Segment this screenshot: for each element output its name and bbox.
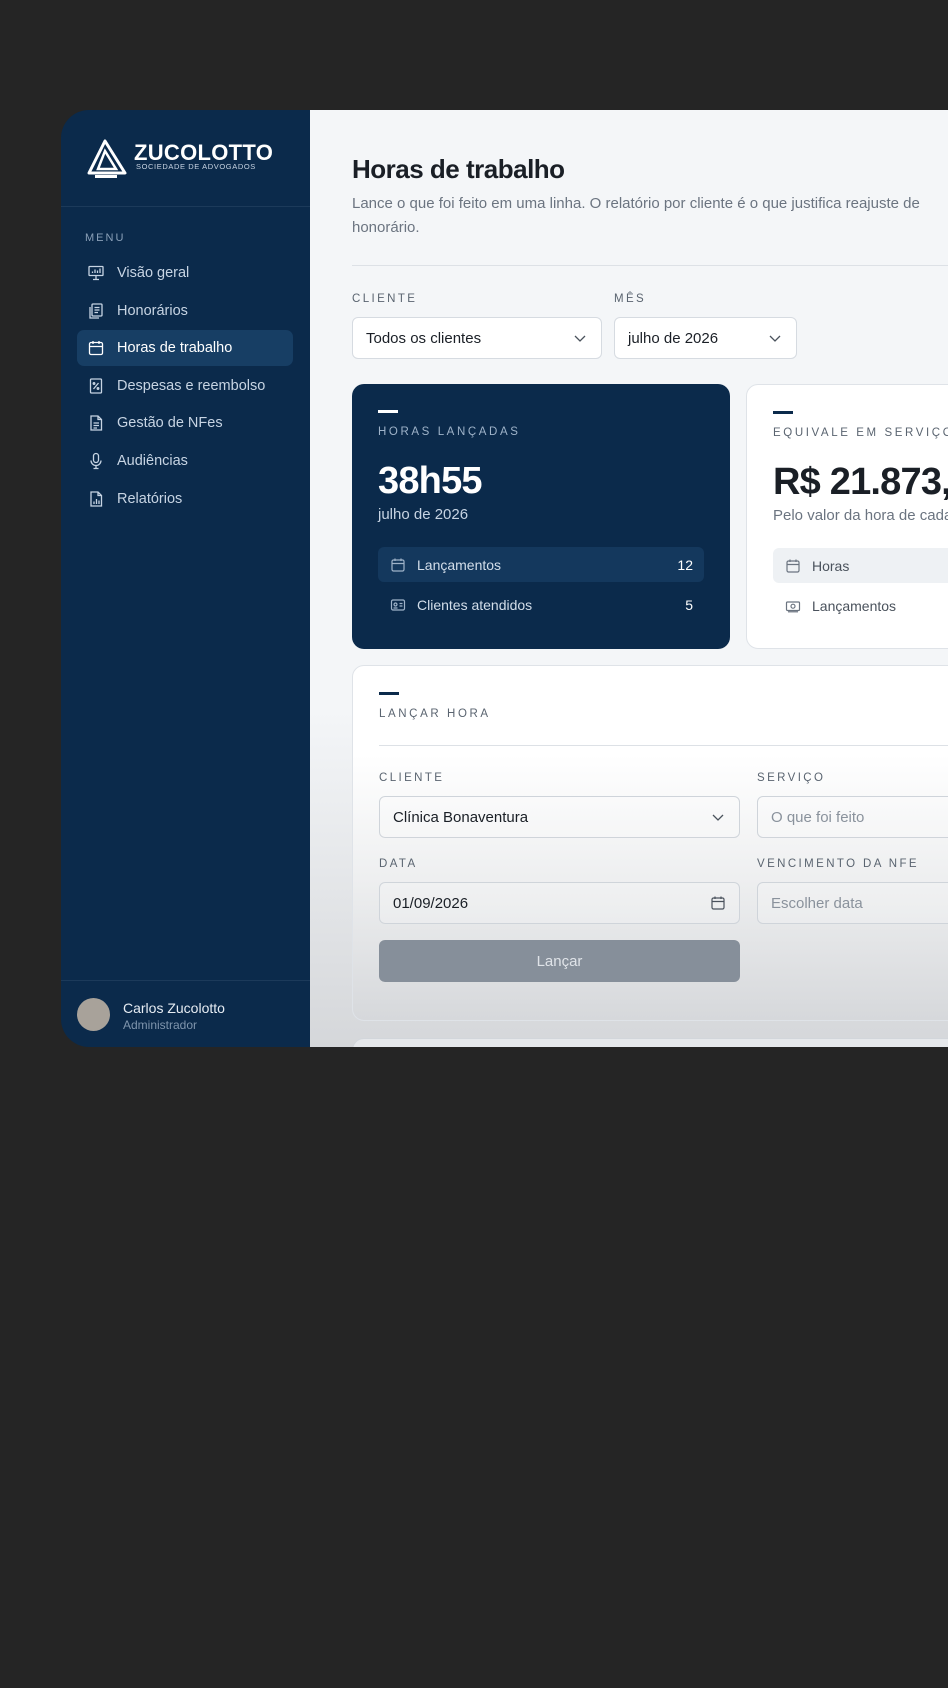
app-window: ZUCOLOTTO SOCIEDADE DE ADVOGADOS MENU Vi… [61, 110, 948, 1047]
sidebar-item-visao-geral[interactable]: Visão geral [77, 255, 293, 291]
brand-subtitle: SOCIEDADE DE ADVOGADOS [136, 162, 256, 171]
form-title: LANÇAR HORA [379, 708, 491, 720]
client-filter-value: Todos os clientes [366, 329, 482, 347]
logo-icon [85, 139, 127, 184]
sidebar-item-label: Relatórios [117, 490, 183, 507]
form-service-input[interactable]: O que foi feito [757, 796, 948, 838]
sidebar-item-relatorios[interactable]: Relatórios [77, 481, 293, 517]
month-filter-value: julho de 2026 [628, 329, 719, 347]
menu-label: MENU [85, 232, 126, 244]
calendar-icon[interactable] [710, 895, 726, 911]
row-value: 12 [677, 556, 693, 573]
form-client-value: Clínica Bonaventura [393, 808, 529, 826]
file-chart-icon [87, 490, 105, 508]
main-content: Horas de trabalho Lance o que foi feito … [310, 110, 948, 1047]
form-due-placeholder: Escolher data [771, 894, 863, 912]
calendar-icon [390, 557, 406, 573]
month-filter-select[interactable]: julho de 2026 [614, 317, 797, 359]
user-name: Carlos Zucolotto [123, 1000, 225, 1016]
client-filter-label: CLIENTE [352, 293, 418, 305]
log-hour-form: LANÇAR HORA CLIENTE Clínica Bonaventura … [352, 665, 948, 1021]
sidebar: ZUCOLOTTO SOCIEDADE DE ADVOGADOS MENU Vi… [61, 110, 310, 1047]
hours-row-clientes: Clientes atendidos 5 [378, 587, 704, 622]
user-role: Administrador [123, 1018, 198, 1032]
user-profile[interactable]: Carlos Zucolotto Administrador [61, 980, 310, 1047]
sidebar-item-label: Honorários [117, 302, 188, 319]
row-value: 5 [685, 596, 693, 613]
hours-summary-card: HORAS LANÇADAS 38h55 julho de 2026 Lança… [352, 384, 730, 649]
divider [352, 265, 948, 266]
sidebar-item-label: Visão geral [117, 265, 190, 281]
row-label: Horas [812, 557, 850, 574]
submit-hour-button[interactable]: Lançar [379, 940, 740, 982]
sidebar-item-gestao-nfes[interactable]: Gestão de NFes [77, 405, 293, 441]
form-client-select[interactable]: Clínica Bonaventura [379, 796, 740, 838]
form-due-input[interactable]: Escolher data [757, 882, 948, 924]
page-description: Lance o que foi feito em uma linha. O re… [352, 195, 920, 236]
chevron-down-icon [574, 335, 586, 342]
card-accent-dash [378, 410, 398, 413]
presentation-chart-icon [87, 264, 105, 282]
receipt-percent-icon [87, 377, 105, 395]
form-due-label: VENCIMENTO DA NFE [757, 858, 919, 870]
sidebar-item-audiencias[interactable]: Audiências [77, 443, 293, 479]
month-filter-label: MÊS [614, 293, 647, 305]
hours-row-lancamentos: Lançamentos 12 [378, 547, 704, 582]
form-client-label: CLIENTE [379, 772, 445, 784]
chevron-down-icon [712, 814, 724, 821]
form-service-label: SERVIÇO [757, 772, 826, 784]
brand: ZUCOLOTTO SOCIEDADE DE ADVOGADOS [61, 110, 310, 207]
hours-total: 38h55 [378, 460, 483, 502]
microphone-icon [87, 452, 105, 470]
divider [379, 745, 948, 746]
sidebar-item-label: Audiências [117, 452, 188, 469]
sidebar-item-label: Horas de trabalho [117, 340, 233, 357]
card-accent-dash [773, 411, 793, 414]
service-card-label: EQUIVALE EM SERVIÇO [773, 427, 948, 439]
sidebar-item-honorarios[interactable]: Honorários [77, 293, 293, 329]
file-text-icon [87, 414, 105, 432]
hours-card-label: HORAS LANÇADAS [378, 426, 521, 438]
form-date-input[interactable]: 01/09/2026 [379, 882, 740, 924]
row-label: Lançamentos [417, 556, 502, 573]
service-row-horas: Horas [773, 548, 948, 583]
row-label: Clientes atendidos [417, 596, 533, 613]
chevron-down-icon [769, 335, 781, 342]
form-service-placeholder: O que foi feito [771, 808, 865, 826]
sidebar-item-label: Gestão de NFes [117, 415, 223, 432]
client-filter-select[interactable]: Todos os clientes [352, 317, 602, 359]
hours-period: julho de 2026 [378, 506, 469, 523]
page-title: Horas de trabalho [352, 154, 565, 184]
id-card-icon [390, 597, 406, 613]
service-note: Pelo valor da hora de cada [773, 507, 948, 524]
form-date-value: 01/09/2026 [393, 894, 469, 912]
calendar-icon [87, 339, 105, 357]
next-card-peek [352, 1038, 948, 1047]
row-label: Lançamentos [812, 597, 897, 614]
service-row-lancamentos: Lançamentos [773, 588, 948, 623]
sidebar-item-label: Despesas e reembolso [117, 377, 266, 394]
service-total: R$ 21.873,3 [773, 461, 948, 503]
service-summary-card: EQUIVALE EM SERVIÇO R$ 21.873,3 Pelo val… [746, 384, 948, 649]
sidebar-item-horas-de-trabalho[interactable]: Horas de trabalho [77, 330, 293, 367]
card-accent-dash [379, 692, 399, 695]
banknote-icon [785, 598, 801, 614]
sidebar-item-despesas[interactable]: Despesas e reembolso [77, 368, 293, 404]
calendar-icon [785, 558, 801, 574]
avatar [77, 998, 110, 1031]
form-date-label: DATA [379, 858, 418, 870]
documents-icon [87, 302, 105, 320]
sidebar-nav: Visão geral Honorários Horas de trabalho… [77, 255, 293, 518]
